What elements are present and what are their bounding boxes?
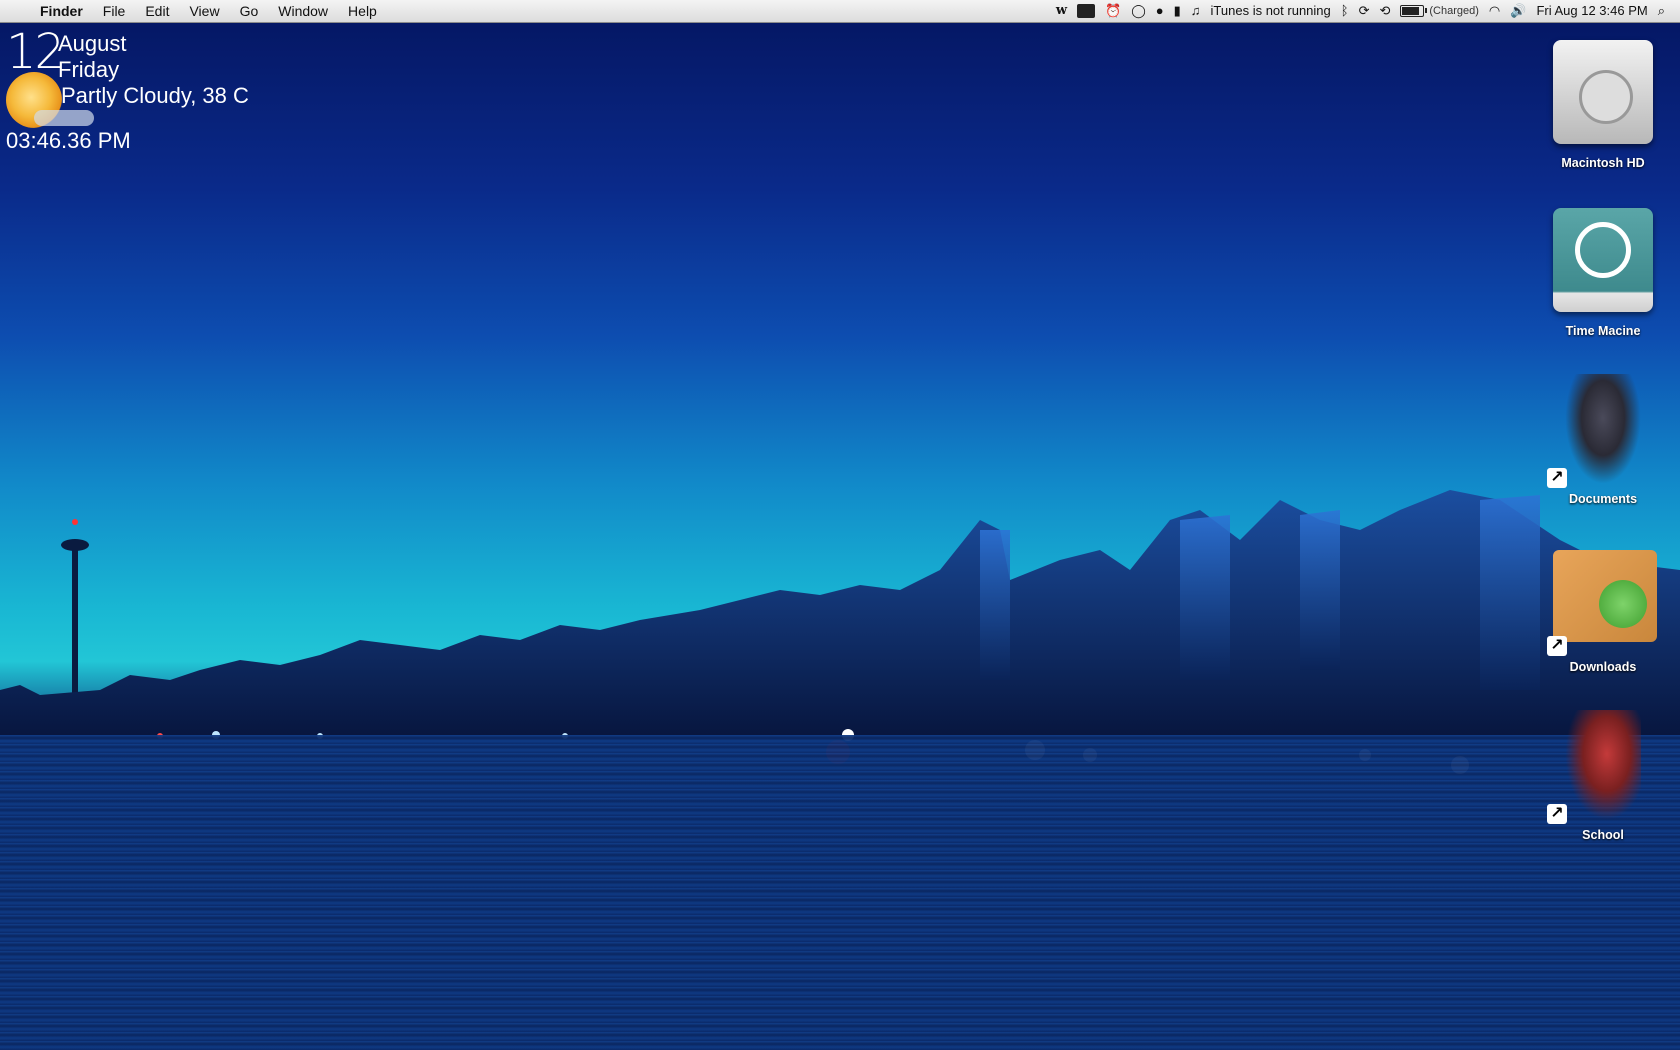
desktop-icon-macintosh-hd[interactable]: Macintosh HD xyxy=(1533,32,1673,170)
circle-icon[interactable]: ◯ xyxy=(1126,0,1151,22)
menu-help[interactable]: Help xyxy=(338,0,387,22)
desktop-icon-label: Macintosh HD xyxy=(1561,156,1645,170)
desktop-icon-downloads[interactable]: ↗ Downloads xyxy=(1533,536,1673,674)
hard-drive-icon xyxy=(1545,32,1661,152)
character-figure-icon: ↗ xyxy=(1545,368,1661,488)
battery-icon[interactable] xyxy=(1400,5,1428,17)
desktop-icon-label: Downloads xyxy=(1569,660,1637,674)
battery-status[interactable]: (Charged) xyxy=(1424,0,1484,22)
downloads-folder-icon: ↗ xyxy=(1545,536,1661,656)
month-label: August xyxy=(58,31,127,56)
city-skyline-wallpaper xyxy=(0,490,1680,774)
time-machine-drive-icon xyxy=(1545,200,1661,320)
itunes-icon[interactable]: ♫ xyxy=(1186,0,1206,22)
menu-view[interactable]: View xyxy=(179,0,229,22)
menu-bar: Finder File Edit View Go Window Help w ⏰… xyxy=(0,0,1680,23)
desktop-icon-school[interactable]: ↗ School xyxy=(1533,704,1673,842)
itunes-status[interactable]: iTunes is not running xyxy=(1206,0,1336,22)
spotlight-search-icon[interactable]: ⌕ xyxy=(1653,0,1670,22)
desktop-icon-time-machine[interactable]: Time Macine xyxy=(1533,200,1673,338)
desktop-icon-label: Time Macine xyxy=(1565,324,1641,338)
cloud-icon xyxy=(34,110,94,126)
desktop-icon-label: School xyxy=(1582,828,1624,842)
weather-label: Partly Cloudy, 38 C xyxy=(61,83,249,108)
drop-icon[interactable]: ● xyxy=(1151,0,1169,22)
menu-file[interactable]: File xyxy=(93,0,136,22)
day-number: 12 xyxy=(6,24,65,80)
time-machine-icon[interactable]: ⟲ xyxy=(1374,0,1395,22)
desktop-icon-label: Documents xyxy=(1568,492,1638,506)
volume-icon[interactable]: 🔊 xyxy=(1505,0,1531,22)
menu-go[interactable]: Go xyxy=(230,0,269,22)
alias-arrow-icon: ↗ xyxy=(1547,636,1567,656)
app-menu-finder[interactable]: Finder xyxy=(30,0,93,22)
sync-icon[interactable]: ⟳ xyxy=(1354,0,1375,22)
character-figure-red-icon: ↗ xyxy=(1545,704,1661,824)
water-wallpaper xyxy=(0,735,1680,1050)
desktop-icon-documents[interactable]: ↗ Documents xyxy=(1533,368,1673,506)
desktop[interactable]: Finder File Edit View Go Window Help w ⏰… xyxy=(0,0,1680,1050)
terminal-icon[interactable] xyxy=(1077,4,1096,18)
trash-icon[interactable]: ▮ xyxy=(1169,0,1186,22)
menu-clock[interactable]: Fri Aug 12 3:46 PM xyxy=(1531,0,1652,22)
wifi-icon[interactable]: ◠ xyxy=(1484,0,1505,22)
weekday-label: Friday xyxy=(58,57,120,82)
alias-arrow-icon: ↗ xyxy=(1547,804,1567,824)
bluetooth-icon[interactable]: ᛒ xyxy=(1336,0,1354,22)
alias-arrow-icon: ↗ xyxy=(1547,468,1567,488)
widget-clock: 03:46.36 PM xyxy=(6,128,131,153)
menu-window[interactable]: Window xyxy=(268,0,338,22)
w-menulet-icon[interactable]: w xyxy=(1051,0,1072,22)
menu-edit[interactable]: Edit xyxy=(135,0,179,22)
alarm-clock-icon[interactable]: ⏰ xyxy=(1100,0,1126,22)
